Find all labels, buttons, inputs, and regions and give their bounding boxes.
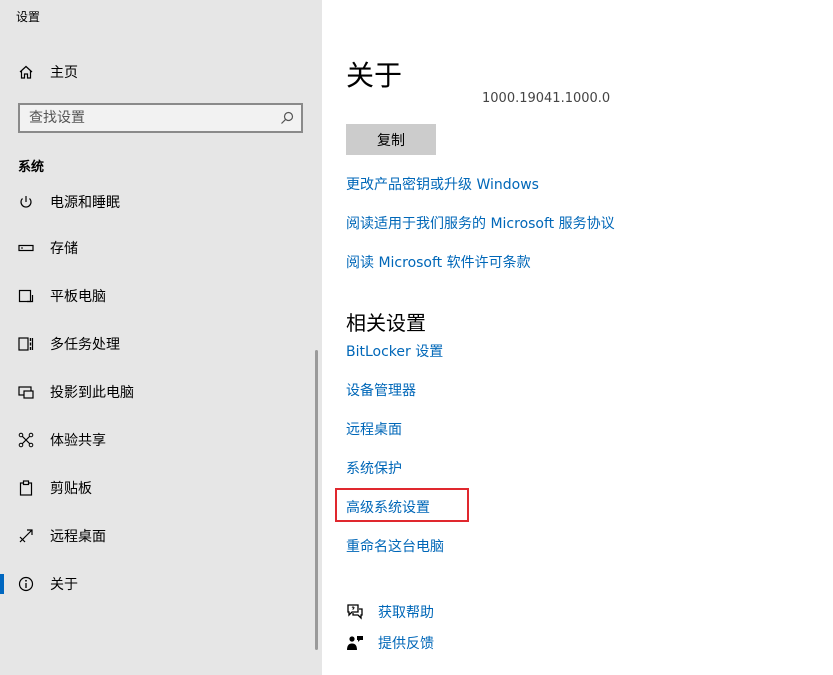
storage-icon bbox=[18, 240, 34, 256]
main-content: 关于 1000.19041.1000.0 复制 更改产品密钥或升级 Window… bbox=[322, 0, 833, 675]
sidebar-item-label: 电源和睡眠 bbox=[50, 195, 120, 211]
sidebar-item-label: 关于 bbox=[50, 577, 78, 593]
sidebar-item-label: 存储 bbox=[50, 241, 78, 257]
sidebar-item-about[interactable]: 关于 bbox=[0, 560, 322, 608]
sidebar-home-label: 主页 bbox=[50, 65, 78, 81]
page-title: 关于 bbox=[346, 59, 403, 92]
device-manager-link[interactable]: 设备管理器 bbox=[346, 380, 416, 400]
section-title: 系统 bbox=[18, 160, 45, 175]
selected-indicator bbox=[0, 574, 4, 594]
system-protection-link[interactable]: 系统保护 bbox=[346, 458, 402, 478]
multitasking-icon bbox=[18, 336, 34, 352]
search-box[interactable] bbox=[18, 103, 303, 133]
change-product-key-link[interactable]: 更改产品密钥或升级 Windows bbox=[346, 174, 539, 194]
remote-desktop-link[interactable]: 远程桌面 bbox=[346, 419, 402, 439]
get-help-link[interactable]: 获取帮助 bbox=[346, 602, 434, 622]
sidebar-item-remote-desktop[interactable]: 远程桌面 bbox=[0, 512, 322, 560]
sidebar-item-label: 多任务处理 bbox=[50, 337, 120, 353]
sidebar-item-storage[interactable]: 存储 bbox=[0, 224, 322, 272]
sidebar-item-shared-experiences[interactable]: 体验共享 bbox=[0, 416, 322, 464]
sidebar: 设置 主页 系统 电源和睡眠 存储 平板电脑 bbox=[0, 0, 322, 675]
sidebar-item-project[interactable]: 投影到此电脑 bbox=[0, 368, 322, 416]
help-chat-icon bbox=[346, 603, 364, 621]
sidebar-item-clipboard[interactable]: 剪贴板 bbox=[0, 464, 322, 512]
give-feedback-label: 提供反馈 bbox=[378, 636, 434, 652]
power-icon bbox=[18, 194, 34, 210]
highlight-box bbox=[335, 488, 469, 522]
sidebar-nav[interactable]: 电源和睡眠 存储 平板电脑 多任务处理 投影到此电脑 体验共享 剪贴板 远程桌面… bbox=[0, 178, 322, 675]
home-icon bbox=[18, 64, 34, 80]
sidebar-item-label: 平板电脑 bbox=[50, 289, 106, 305]
search-input[interactable] bbox=[20, 105, 279, 131]
related-settings-heading: 相关设置 bbox=[346, 311, 426, 335]
sidebar-home[interactable]: 主页 bbox=[18, 60, 78, 84]
sidebar-item-power-sleep[interactable]: 电源和睡眠 bbox=[0, 178, 322, 226]
sidebar-item-multitasking[interactable]: 多任务处理 bbox=[0, 320, 322, 368]
sidebar-scrollbar[interactable] bbox=[315, 350, 318, 650]
tablet-icon bbox=[18, 288, 34, 304]
get-help-label: 获取帮助 bbox=[378, 605, 434, 621]
remote-desktop-icon bbox=[18, 528, 34, 544]
sidebar-item-tablet[interactable]: 平板电脑 bbox=[0, 272, 322, 320]
clipboard-icon bbox=[18, 480, 34, 496]
feedback-icon bbox=[346, 634, 364, 652]
window-title: 设置 bbox=[16, 10, 41, 24]
sidebar-item-label: 体验共享 bbox=[50, 433, 106, 449]
sidebar-item-label: 投影到此电脑 bbox=[50, 385, 134, 401]
search-icon[interactable] bbox=[279, 110, 295, 126]
sidebar-item-label: 剪贴板 bbox=[50, 481, 92, 497]
copy-button[interactable]: 复制 bbox=[346, 124, 436, 155]
rename-pc-link[interactable]: 重命名这台电脑 bbox=[346, 536, 444, 556]
service-agreement-link[interactable]: 阅读适用于我们服务的 Microsoft 服务协议 bbox=[346, 213, 615, 233]
shared-experiences-icon bbox=[18, 432, 34, 448]
bitlocker-settings-link[interactable]: BitLocker 设置 bbox=[346, 341, 443, 361]
info-icon bbox=[18, 576, 34, 592]
give-feedback-link[interactable]: 提供反馈 bbox=[346, 633, 434, 653]
license-terms-link[interactable]: 阅读 Microsoft 软件许可条款 bbox=[346, 252, 531, 272]
version-text: 1000.19041.1000.0 bbox=[482, 91, 611, 106]
sidebar-item-label: 远程桌面 bbox=[50, 529, 106, 545]
project-icon bbox=[18, 384, 34, 400]
